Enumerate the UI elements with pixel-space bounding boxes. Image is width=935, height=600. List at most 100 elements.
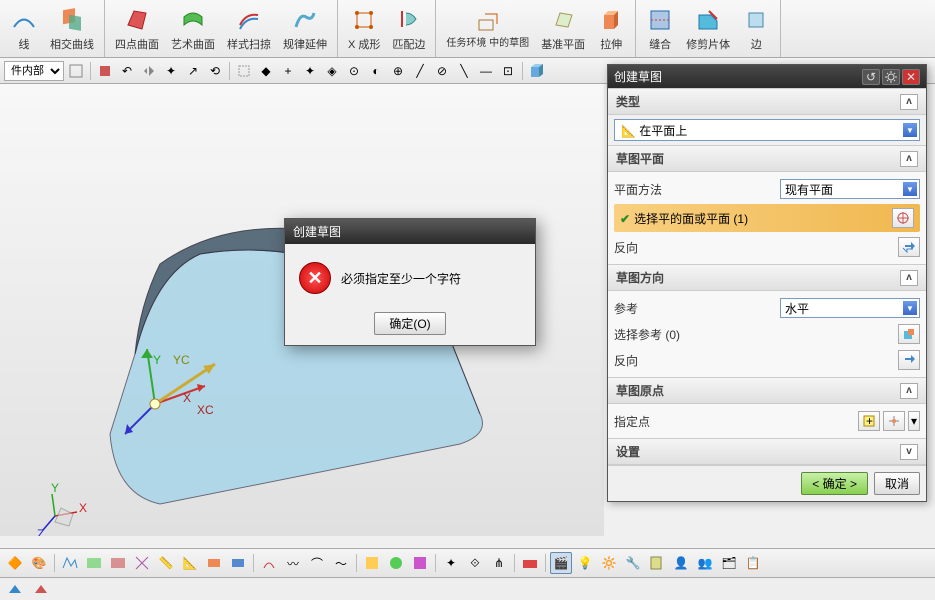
type-combo[interactable]: 📐 在平面上 ▼ <box>614 119 920 141</box>
tb-icon[interactable]: ⟐ <box>464 552 486 574</box>
tb-cube-icon[interactable] <box>527 61 547 81</box>
tb-icon[interactable] <box>409 552 431 574</box>
cancel-button[interactable]: 取消 <box>874 472 920 495</box>
plane-method-combo[interactable]: 现有平面 ▼ <box>780 179 920 199</box>
tb-icon[interactable] <box>519 552 541 574</box>
ribbon-item-art-surface[interactable]: 艺术曲面 <box>165 0 221 57</box>
reverse-button[interactable] <box>898 237 920 257</box>
collapse-button[interactable]: ʌ <box>900 151 918 167</box>
ribbon-item-task-sketch[interactable]: 任务环境 中的草图 <box>440 0 535 57</box>
ribbon-item-intersection-curve[interactable]: 相交曲线 <box>44 0 100 57</box>
ribbon-item-edge[interactable]: 边 <box>736 0 776 57</box>
section-origin-header[interactable]: 草图原点 ʌ <box>608 377 926 404</box>
tb-icon[interactable]: 👤 <box>670 552 692 574</box>
ribbon-item-style-sweep[interactable]: 样式扫掠 <box>221 0 277 57</box>
reverse2-button[interactable] <box>898 350 920 370</box>
tb-icon[interactable] <box>203 552 225 574</box>
tb-icon[interactable]: ⊘ <box>432 61 452 81</box>
tb-icon[interactable] <box>385 552 407 574</box>
tb-icon[interactable] <box>30 578 52 600</box>
tb-icon[interactable]: ⌒ <box>306 552 328 574</box>
tb-icon[interactable] <box>66 61 86 81</box>
art-surface-icon <box>179 6 207 34</box>
ribbon-item-law-extension[interactable]: 规律延伸 <box>277 0 333 57</box>
tb-icon[interactable]: ◈ <box>322 61 342 81</box>
collapse-button[interactable]: ʌ <box>900 94 918 110</box>
tb-icon[interactable]: ╲ <box>454 61 474 81</box>
ribbon-item-trim-sheet[interactable]: 修剪片体 <box>680 0 736 57</box>
tb-icon[interactable]: 〜 <box>330 552 352 574</box>
tb-icon[interactable]: ⊡ <box>498 61 518 81</box>
ribbon-item-line[interactable]: 线 <box>4 0 44 57</box>
tb-icon[interactable]: ↗ <box>183 61 203 81</box>
reset-icon[interactable]: ↺ <box>862 69 880 85</box>
tb-icon[interactable]: 👥 <box>694 552 716 574</box>
tb-icon[interactable]: — <box>476 61 496 81</box>
tb-icon[interactable]: ↶ <box>117 61 137 81</box>
settings-button[interactable] <box>882 69 900 85</box>
reference-combo[interactable]: 水平 ▼ <box>780 298 920 318</box>
tb-icon[interactable]: ✦ <box>440 552 462 574</box>
ribbon-item-match-edge[interactable]: 匹配边 <box>386 0 431 57</box>
reference-value: 水平 <box>785 300 809 317</box>
ribbon-item-four-point-surface[interactable]: 四点曲面 <box>109 0 165 57</box>
tb-icon[interactable]: ⋔ <box>488 552 510 574</box>
select-ref-button[interactable] <box>898 324 920 344</box>
tb-icon[interactable] <box>59 552 81 574</box>
point-constructor-button[interactable]: + <box>858 411 880 431</box>
ribbon-item-sew[interactable]: 缝合 <box>640 0 680 57</box>
section-settings-header[interactable]: 设置 v <box>608 438 926 465</box>
collapse-button[interactable]: ʌ <box>900 383 918 399</box>
tb-icon[interactable]: + <box>278 61 298 81</box>
collapse-button[interactable]: ʌ <box>900 270 918 286</box>
modal-titlebar[interactable]: 创建草图 <box>285 219 535 244</box>
tb-icon[interactable] <box>4 578 26 600</box>
section-type-header[interactable]: 类型 ʌ <box>608 88 926 115</box>
section-direction-header[interactable]: 草图方向 ʌ <box>608 264 926 291</box>
tb-icon[interactable] <box>646 552 668 574</box>
tb-icon[interactable] <box>83 552 105 574</box>
close-button[interactable]: ✕ <box>902 69 920 85</box>
point-snap-button[interactable] <box>883 411 905 431</box>
ribbon-item-x-form[interactable]: X 成形 <box>342 0 386 57</box>
svg-text:Z: Z <box>37 527 44 536</box>
select-face-row[interactable]: ✔选择平的面或平面 (1) <box>614 204 920 232</box>
tb-icon[interactable]: 🎨 <box>28 552 50 574</box>
tb-icon[interactable] <box>107 552 129 574</box>
tb-icon[interactable]: ✦ <box>300 61 320 81</box>
tb-icon[interactable] <box>361 552 383 574</box>
ok-button[interactable]: < 确定 > <box>801 472 868 495</box>
tb-icon[interactable]: 📋 <box>742 552 764 574</box>
tb-icon[interactable]: ⊙ <box>344 61 364 81</box>
tb-icon[interactable] <box>139 61 159 81</box>
modal-ok-button[interactable]: 确定(O) <box>374 312 445 335</box>
tb-icon[interactable]: 💡 <box>574 552 596 574</box>
expand-button[interactable]: v <box>900 444 918 460</box>
tb-icon[interactable] <box>227 552 249 574</box>
tb-icon[interactable]: 🗂 <box>718 552 740 574</box>
panel-titlebar[interactable]: 创建草图 ↺ ✕ <box>608 65 926 88</box>
tb-icon[interactable]: ╱ <box>410 61 430 81</box>
tb-icon[interactable] <box>234 61 254 81</box>
tb-icon[interactable]: 📐 <box>179 552 201 574</box>
tb-icon[interactable]: 🔧 <box>622 552 644 574</box>
tb-icon[interactable]: ◐ <box>366 61 386 81</box>
tb-icon[interactable]: 🔶 <box>4 552 26 574</box>
point-menu-button[interactable]: ▾ <box>908 411 920 431</box>
ribbon-item-datum-plane[interactable]: 基准平面 <box>535 0 591 57</box>
section-plane-header[interactable]: 草图平面 ʌ <box>608 145 926 172</box>
tb-icon[interactable]: 📏 <box>155 552 177 574</box>
tb-icon[interactable]: ⟲ <box>205 61 225 81</box>
select-face-button[interactable] <box>892 208 914 228</box>
tb-icon[interactable]: 〰 <box>282 552 304 574</box>
tb-icon[interactable]: ⊕ <box>388 61 408 81</box>
tb-icon[interactable] <box>258 552 280 574</box>
tb-icon[interactable]: ✦ <box>161 61 181 81</box>
tb-icon[interactable] <box>95 61 115 81</box>
tb-icon[interactable]: ◆ <box>256 61 276 81</box>
tb-icon[interactable]: 🔆 <box>598 552 620 574</box>
ribbon-item-extrude[interactable]: 拉伸 <box>591 0 631 57</box>
tb-icon[interactable] <box>131 552 153 574</box>
tb-icon[interactable]: 🎬 <box>550 552 572 574</box>
scope-combo[interactable]: 件内部 <box>4 61 64 81</box>
